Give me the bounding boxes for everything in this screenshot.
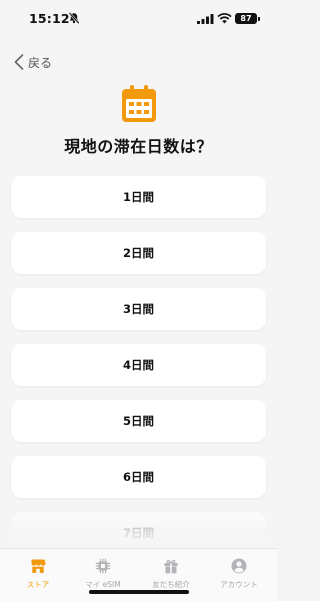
duration-label: 5日間 (122, 414, 154, 428)
duration-label: 3日間 (122, 302, 154, 316)
back-label: 戻る (28, 55, 53, 70)
bell-slash-icon (68, 12, 80, 24)
tab-store[interactable]: ストア (8, 558, 68, 590)
calendar-icon (122, 85, 156, 122)
duration-option-1[interactable]: 1日間 (11, 176, 266, 218)
tab-account[interactable]: アカウント (209, 558, 269, 590)
duration-option-6[interactable]: 6日間 (11, 456, 266, 498)
back-button[interactable]: 戻る (13, 52, 52, 72)
battery-indicator: 87 (235, 13, 260, 24)
tab-label: アカウント (220, 580, 258, 589)
gift-icon (164, 560, 178, 574)
chip-icon (95, 558, 111, 574)
duration-option-4[interactable]: 4日間 (11, 344, 266, 386)
duration-label: 7日間 (122, 526, 154, 540)
wifi-icon (217, 13, 232, 24)
status-bar: 15:12 87 (0, 0, 277, 38)
tab-my-esim[interactable]: マイ eSIM (73, 558, 133, 590)
status-time: 15:12 (29, 11, 70, 26)
duration-label: 2日間 (122, 246, 154, 260)
chevron-left-icon (14, 54, 24, 70)
duration-option-3[interactable]: 3日間 (11, 288, 266, 330)
home-indicator (89, 590, 189, 594)
duration-option-5[interactable]: 5日間 (11, 400, 266, 442)
store-icon (31, 559, 46, 573)
page-title: 現地の滞在日数は？ (64, 137, 213, 156)
signal-icon (197, 14, 214, 24)
duration-label: 6日間 (122, 470, 154, 484)
stay-duration-list: 1日間 2日間 3日間 4日間 5日間 6日間 7日間 (11, 176, 266, 568)
tab-label: マイ eSIM (85, 580, 121, 589)
tab-label: ストア (26, 580, 50, 589)
duration-label: 4日間 (122, 358, 154, 372)
duration-option-2[interactable]: 2日間 (11, 232, 266, 274)
duration-label: 1日間 (122, 190, 154, 204)
tab-referral[interactable]: 友だち紹介 (141, 558, 201, 590)
account-icon (231, 558, 247, 574)
tab-label: 友だち紹介 (152, 580, 190, 589)
